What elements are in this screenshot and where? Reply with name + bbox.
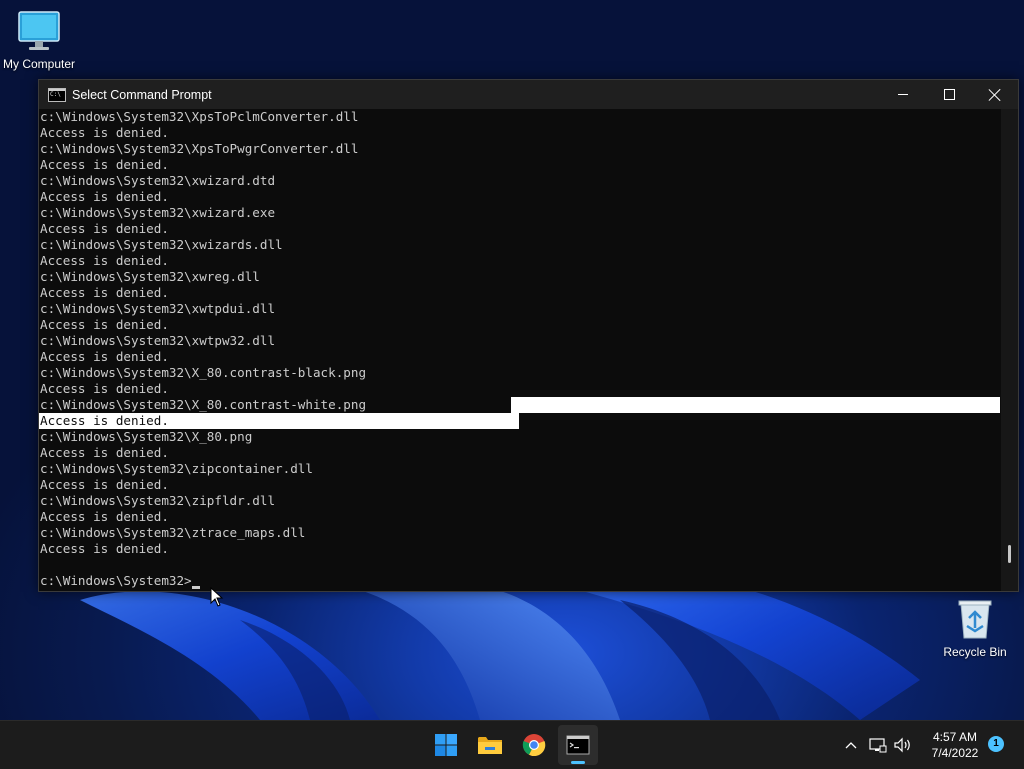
console-line: c:\Windows\System32\X_80.contrast-white.… xyxy=(40,397,367,412)
console-line: c:\Windows\System32\X_80.contrast-black.… xyxy=(40,365,367,380)
command-prompt-line[interactable]: c:\Windows\System32> xyxy=(40,573,200,589)
command-prompt-icon xyxy=(48,87,66,102)
console-line: Access is denied. xyxy=(40,381,169,396)
mouse-pointer-icon xyxy=(210,587,224,607)
taskbar: 4:57 AM 7/4/2022 xyxy=(0,720,1024,769)
console-line: c:\Windows\System32\XpsToPclmConverter.d… xyxy=(40,109,359,124)
console-line: c:\Windows\System32\xwizard.exe xyxy=(40,205,276,220)
file-explorer-button[interactable] xyxy=(470,725,510,765)
windows-start-icon xyxy=(435,734,457,756)
console-line: c:\Windows\System32\xwizard.dtd xyxy=(40,173,276,188)
folder-icon xyxy=(478,737,502,754)
window-title: Select Command Prompt xyxy=(72,87,212,102)
command-prompt-window[interactable]: Select Command Prompt c:\Windows\System3… xyxy=(38,79,1019,592)
desktop-icon-label: Recycle Bin xyxy=(943,645,1007,659)
console-line: Access is denied. xyxy=(40,189,169,204)
close-button[interactable] xyxy=(972,80,1018,109)
console-line-selected: Access is denied. xyxy=(40,413,169,428)
console-line: Access is denied. xyxy=(40,509,169,524)
network-button[interactable] xyxy=(868,735,888,755)
text-caret xyxy=(191,586,200,589)
console-output[interactable]: c:\Windows\System32\XpsToPclmConverter.d… xyxy=(39,109,1001,591)
desktop-icon-recycle-bin[interactable]: Recycle Bin xyxy=(933,598,1017,659)
console-line: Access is denied. xyxy=(40,221,169,236)
start-button[interactable] xyxy=(426,725,466,765)
minimize-icon xyxy=(898,94,908,95)
chevron-up-icon xyxy=(845,742,857,749)
minimize-button[interactable] xyxy=(880,80,926,109)
console-line: c:\Windows\System32\XpsToPwgrConverter.d… xyxy=(40,141,359,156)
console-line: Access is denied. xyxy=(40,157,169,172)
network-icon xyxy=(869,738,887,753)
text-selection-highlight xyxy=(511,397,1000,413)
console-line: c:\Windows\System32\xwizards.dll xyxy=(40,237,283,252)
chrome-button[interactable] xyxy=(514,725,554,765)
console-line: c:\Windows\System32\ztrace_maps.dll xyxy=(40,525,306,540)
close-icon xyxy=(989,89,1001,101)
console-line: Access is denied. xyxy=(40,541,169,556)
prompt-text: c:\Windows\System32> xyxy=(40,573,192,588)
clock-date: 7/4/2022 xyxy=(931,746,979,760)
desktop-icon-label: My Computer xyxy=(2,57,76,71)
console-line: Access is denied. xyxy=(40,253,169,268)
show-hidden-icons-button[interactable] xyxy=(842,735,860,755)
console-line: Access is denied. xyxy=(40,125,169,140)
vertical-scrollbar[interactable] xyxy=(1001,109,1018,591)
console-line: c:\Windows\System32\xwtpdui.dll xyxy=(40,301,276,316)
console-line: Access is denied. xyxy=(40,317,169,332)
console-line: c:\Windows\System32\zipcontainer.dll xyxy=(40,461,313,476)
desktop-icon-my-computer[interactable]: My Computer xyxy=(0,10,81,71)
terminal-icon xyxy=(566,735,590,755)
maximize-icon xyxy=(943,89,955,100)
volume-button[interactable] xyxy=(892,735,914,755)
command-prompt-taskbar-button[interactable] xyxy=(558,725,598,765)
active-app-indicator xyxy=(571,761,585,764)
taskbar-clock[interactable]: 4:57 AM 7/4/2022 xyxy=(918,729,992,761)
maximize-button[interactable] xyxy=(926,80,972,109)
window-titlebar[interactable]: Select Command Prompt xyxy=(39,80,1018,109)
chrome-icon xyxy=(522,734,546,757)
console-line: Access is denied. xyxy=(40,285,169,300)
clock-time: 4:57 AM xyxy=(932,730,978,744)
speaker-icon xyxy=(894,737,910,753)
console-line: c:\Windows\System32\xwtpw32.dll xyxy=(40,333,276,348)
console-line: c:\Windows\System32\X_80.png xyxy=(40,429,253,444)
scrollbar-thumb[interactable] xyxy=(1008,545,1011,563)
console-line: c:\Windows\System32\zipfldr.dll xyxy=(40,493,276,508)
console-line: Access is denied. xyxy=(40,445,169,460)
recycle-bin-icon xyxy=(958,600,992,639)
console-line: Access is denied. xyxy=(40,349,169,364)
console-line: Access is denied. xyxy=(40,477,169,492)
notification-badge[interactable]: 1 xyxy=(988,736,1004,752)
window-controls xyxy=(880,80,1018,109)
console-line: c:\Windows\System32\xwreg.dll xyxy=(40,269,260,284)
monitor-icon xyxy=(18,11,60,50)
